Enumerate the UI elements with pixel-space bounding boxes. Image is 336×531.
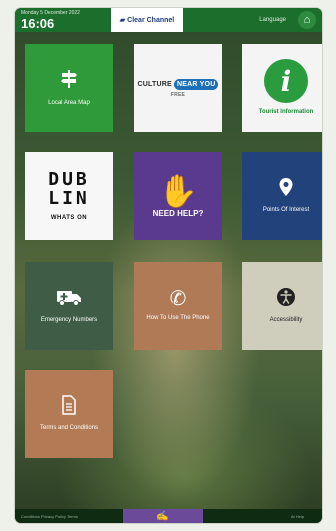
kiosk-screen: Monday 5 December 2022 16:06 ▰ Clear Cha… (15, 8, 322, 523)
hand-icon: ✋ (158, 172, 198, 209)
brand-name: Clear Channel (127, 16, 175, 24)
logo-pill: NEAR YOU (174, 78, 219, 90)
home-icon: ⌂ (303, 14, 311, 26)
dublin-line2: LIN (48, 187, 90, 209)
ambulance-icon (56, 287, 82, 311)
tile-label: Points Of Interest (262, 207, 310, 214)
home-button[interactable]: ⌂ (298, 11, 316, 29)
tile-accessibility[interactable]: Accessibility (242, 262, 322, 350)
tile-local-area-map[interactable]: Local Area Map (25, 44, 113, 132)
date-text: Monday 5 December 2022 (21, 9, 80, 16)
tile-label: WHATS ON (50, 214, 88, 221)
tile-need-help[interactable]: ✋ NEED HELP? (134, 152, 222, 240)
tile-label: Local Area Map (48, 100, 90, 107)
tile-label: Tourist Information (258, 109, 314, 116)
info-letter: i (280, 64, 292, 98)
culture-near-you-logo: CULTURE NEAR YOU FREE (137, 78, 219, 98)
date-time: Monday 5 December 2022 16:06 (15, 9, 111, 31)
signature-button[interactable]: ✍ (122, 509, 203, 523)
bottom-links[interactable]: Conditions Privacy Policy Terms (15, 514, 123, 519)
signature-icon: ✍ (156, 510, 169, 522)
tile-tourist-information[interactable]: i Tourist Information (242, 44, 322, 132)
tile-dublin-whats-on[interactable]: DUB LIN WHATS ON (25, 152, 113, 240)
dublin-logo: DUB LIN WHATS ON (48, 168, 90, 221)
brand-logo: ▰ Clear Channel (111, 8, 183, 32)
language-button[interactable]: Language (183, 17, 298, 23)
bottom-right-text[interactable]: At Help (203, 514, 323, 519)
tile-label: NEED HELP? (152, 208, 204, 218)
tile-label: Terms and Conditions (39, 425, 99, 432)
dublin-line1: DUB (48, 168, 90, 190)
accessibility-icon (276, 287, 296, 311)
logo-small: FREE (170, 91, 186, 98)
tile-label: How To Use The Phone (146, 315, 210, 322)
tile-points-of-interest[interactable]: Points Of Interest (242, 152, 322, 240)
phone-icon: ✆ (169, 288, 187, 311)
logo-mark-icon: ▰ (119, 17, 126, 24)
tile-label: Emergency Numbers (40, 317, 98, 324)
tile-how-to-use-phone[interactable]: ✆ How To Use The Phone (134, 262, 222, 350)
logo-text: CULTURE (137, 80, 172, 88)
tile-emergency-numbers[interactable]: Emergency Numbers (25, 262, 113, 350)
document-icon (61, 395, 77, 419)
top-bar: Monday 5 December 2022 16:06 ▰ Clear Cha… (15, 8, 322, 32)
time-text: 16:06 (21, 15, 55, 31)
info-icon: i (264, 59, 308, 104)
tile-terms-and-conditions[interactable]: Terms and Conditions (25, 370, 113, 458)
tile-culture-near-you[interactable]: CULTURE NEAR YOU FREE (134, 44, 222, 132)
tile-label: Accessibility (269, 317, 303, 324)
signpost-icon (58, 68, 80, 94)
location-pin-icon (278, 177, 294, 201)
bottom-bar: Conditions Privacy Policy Terms ✍ At Hel… (15, 509, 322, 523)
